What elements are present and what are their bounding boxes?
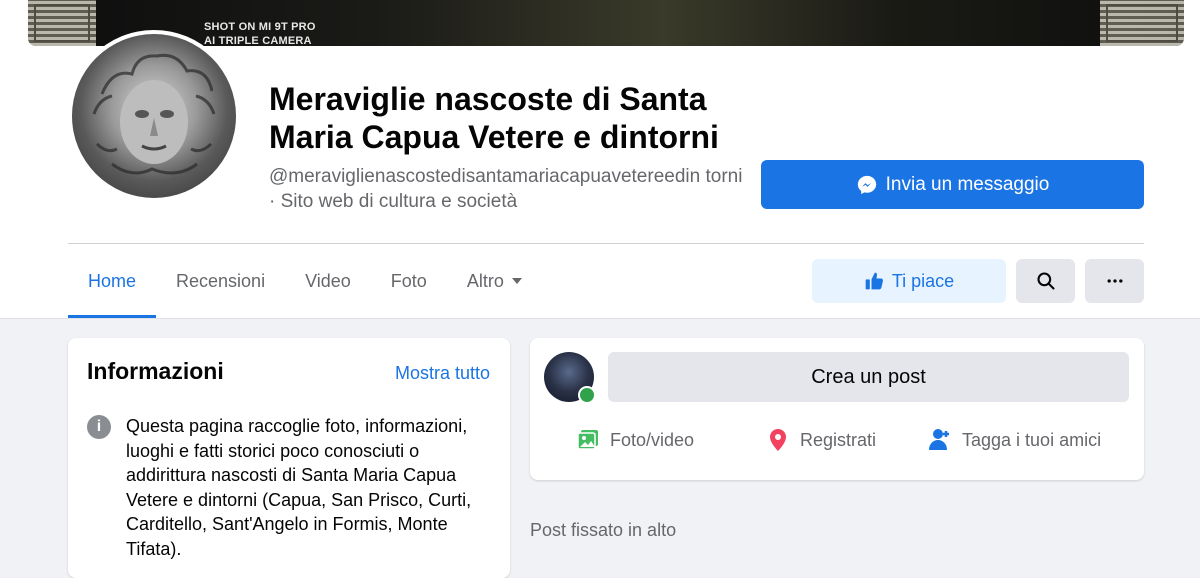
like-page-button[interactable]: Ti piace	[812, 259, 1006, 303]
search-icon	[1036, 272, 1055, 290]
search-button[interactable]	[1016, 259, 1075, 303]
thumbs-up-icon	[865, 272, 883, 290]
post-composer: Crea un post Foto/video Registrati Tagga…	[530, 338, 1144, 480]
page-tabs: Home Recensioni Video Foto Altro	[68, 244, 544, 318]
tab-reviews[interactable]: Recensioni	[156, 244, 285, 318]
profile-picture-image	[72, 34, 236, 198]
cover-photo[interactable]: SHOT ON MI 9T PRO AI TRIPLE CAMERA	[28, 0, 1184, 46]
about-title: Informazioni	[87, 358, 224, 384]
create-post-button[interactable]: Crea un post	[608, 352, 1129, 402]
about-card: Informazioni Mostra tutto i Questa pagin…	[68, 338, 510, 578]
tag-friends-icon	[929, 429, 949, 450]
tab-home[interactable]: Home	[68, 244, 157, 318]
more-options-button[interactable]	[1085, 259, 1144, 303]
tag-friends-label: Tagga i tuoi amici	[962, 429, 1102, 450]
tab-home-label: Home	[88, 270, 137, 291]
send-message-label: Invia un messaggio	[885, 173, 1050, 195]
tab-photos-label: Foto	[390, 270, 427, 291]
tab-photos[interactable]: Foto	[371, 244, 447, 318]
page-username-category: @meraviglienascostedisantamariacapuavete…	[269, 166, 743, 212]
location-pin-icon	[770, 429, 786, 451]
tab-more-label: Altro	[466, 270, 504, 291]
tab-video[interactable]: Video	[285, 244, 371, 318]
check-in-button[interactable]: Registrati	[766, 428, 876, 452]
send-message-button[interactable]: Invia un messaggio	[761, 160, 1144, 209]
show-all-link[interactable]: Mostra tutto	[395, 363, 490, 384]
cover-ornament-left	[28, 0, 96, 46]
tab-more[interactable]: Altro	[447, 244, 544, 318]
cover-watermark-line1: SHOT ON MI 9T PRO	[204, 21, 316, 33]
composer-actions: Foto/video Registrati Tagga i tuoi amici	[530, 418, 1144, 466]
page-title: Meraviglie nascoste di Santa Maria Capua…	[269, 80, 749, 156]
cover-ornament-right	[1100, 0, 1184, 46]
tag-friends-button[interactable]: Tagga i tuoi amici	[928, 428, 1101, 452]
more-icon	[1107, 279, 1122, 283]
check-in-label: Registrati	[800, 429, 877, 450]
like-label: Ti piace	[891, 270, 955, 291]
tab-video-label: Video	[305, 270, 351, 291]
photo-icon	[577, 430, 598, 450]
page-header: SHOT ON MI 9T PRO AI TRIPLE CAMERA Merav	[0, 0, 1200, 319]
pinned-post-label: Post fissato in alto	[530, 520, 677, 540]
profile-picture[interactable]	[68, 30, 240, 202]
photo-video-label: Foto/video	[610, 429, 695, 450]
cover-watermark: SHOT ON MI 9T PRO AI TRIPLE CAMERA	[204, 20, 316, 46]
medusa-relief-image	[92, 53, 216, 175]
caret-down-icon	[511, 278, 522, 284]
cover-watermark-line2: AI TRIPLE CAMERA	[204, 35, 312, 46]
online-status-indicator	[578, 386, 596, 404]
page-title-line1: Meraviglie nascoste di Santa	[269, 81, 707, 117]
messenger-icon	[857, 175, 876, 194]
page-title-line2: Maria Capua Vetere e dintorni	[269, 119, 719, 155]
info-icon: i	[87, 415, 111, 439]
tab-reviews-label: Recensioni	[176, 270, 266, 291]
about-description: Questa pagina raccoglie foto, informazio…	[126, 416, 472, 559]
photo-video-button[interactable]: Foto/video	[576, 428, 694, 452]
